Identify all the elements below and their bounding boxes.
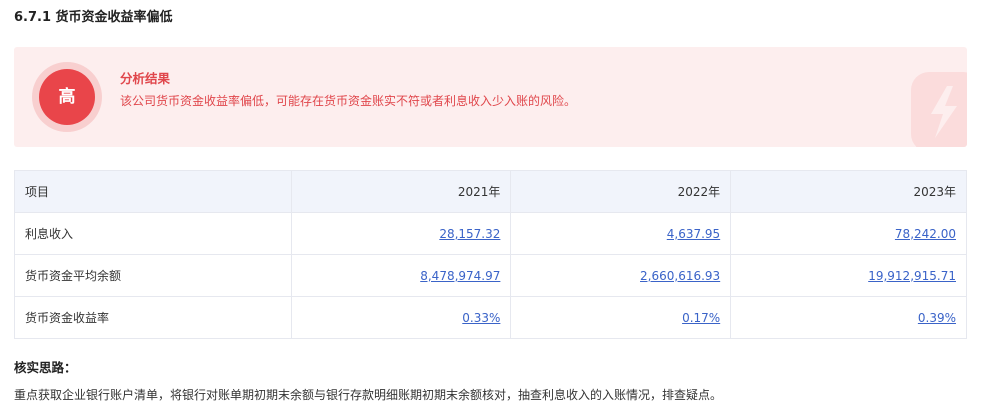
value-link[interactable]: 0.17% xyxy=(682,311,720,325)
verification-text: 重点获取企业银行账户清单，将银行对账单期初期末余额与银行存款明细账期初期末余额核… xyxy=(14,388,723,402)
data-table: 项目 2021年 2022年 2023年 利息收入 28,157.32 4,63… xyxy=(14,170,967,339)
risk-alert-box: 高 分析结果 该公司货币资金收益率偏低，可能存在货币资金账实不符或者利息收入少入… xyxy=(14,47,967,147)
header-item: 项目 xyxy=(14,170,292,213)
value-link[interactable]: 2,660,616.93 xyxy=(640,269,720,283)
table-header-row: 项目 2021年 2022年 2023年 xyxy=(14,170,967,213)
header-2023: 2023年 xyxy=(730,170,967,213)
risk-level-badge: 高 xyxy=(32,62,102,132)
lightning-icon xyxy=(911,72,967,147)
header-2022: 2022年 xyxy=(510,170,732,213)
value-link[interactable]: 0.33% xyxy=(462,311,500,325)
table-row: 货币资金平均余额 8,478,974.97 2,660,616.93 19,91… xyxy=(14,254,967,297)
value-link[interactable]: 19,912,915.71 xyxy=(868,269,956,283)
table-row: 货币资金收益率 0.33% 0.17% 0.39% xyxy=(14,296,967,339)
value-link[interactable]: 28,157.32 xyxy=(439,227,500,241)
alert-text: 该公司货币资金收益率偏低，可能存在货币资金账实不符或者利息收入少入账的风险。 xyxy=(120,94,577,108)
value-link[interactable]: 0.39% xyxy=(918,311,956,325)
verification-title: 核实思路： xyxy=(14,360,77,375)
risk-level-label: 高 xyxy=(39,69,95,125)
header-2021: 2021年 xyxy=(290,170,512,213)
row-label: 货币资金收益率 xyxy=(14,296,292,339)
value-link[interactable]: 8,478,974.97 xyxy=(420,269,500,283)
section-title: 6.7.1 货币资金收益率偏低 xyxy=(14,10,173,25)
alert-title: 分析结果 xyxy=(120,71,171,86)
row-label: 货币资金平均余额 xyxy=(14,254,292,297)
value-link[interactable]: 4,637.95 xyxy=(667,227,720,241)
value-link[interactable]: 78,242.00 xyxy=(895,227,956,241)
row-label: 利息收入 xyxy=(14,212,292,255)
table-row: 利息收入 28,157.32 4,637.95 78,242.00 xyxy=(14,212,967,255)
